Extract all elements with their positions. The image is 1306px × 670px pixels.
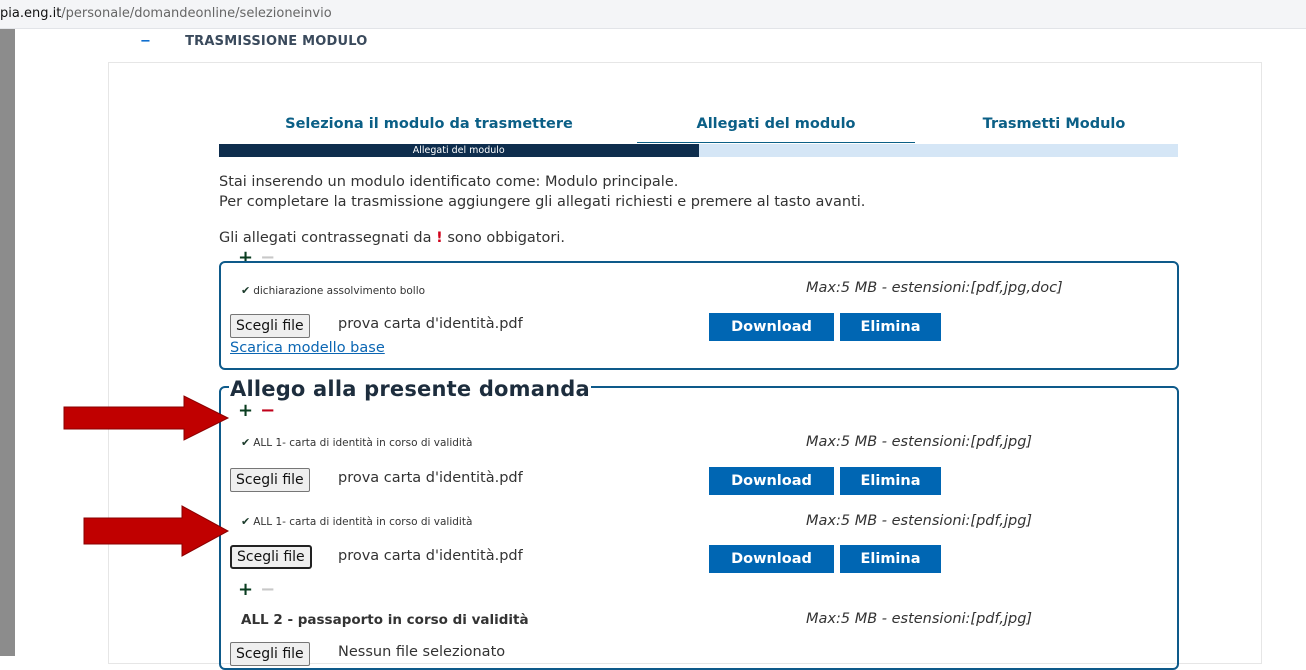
intro-line-1: Stai inserendo un modulo identificato co…: [219, 174, 679, 190]
check-icon: ✔: [241, 284, 251, 297]
remove-icon-disabled: −: [260, 579, 276, 600]
check-icon: ✔: [241, 515, 251, 528]
mandatory-mark-icon: !: [436, 230, 443, 246]
file-name: prova carta d'identità.pdf: [338, 316, 523, 332]
delete-button[interactable]: Elimina: [840, 313, 941, 341]
choose-file-button[interactable]: Scegli file: [230, 314, 310, 338]
red-arrow-icon: [83, 505, 230, 557]
add-icon[interactable]: +: [238, 579, 253, 600]
all1-label-1: ✔ ALL 1- carta di identità in corso di va…: [241, 436, 473, 449]
mandatory-note: Gli allegati contrassegnati da ! sono ob…: [219, 230, 565, 246]
all1-max-info-1: Max:5 MB - estensioni:[pdf,jpg]: [806, 434, 1033, 450]
all1-add-remove: + −: [238, 402, 275, 420]
wizard-tabs: Seleziona il modulo da trasmettere Alleg…: [219, 108, 1179, 144]
bollo-label: ✔ dichiarazione assolvimento bollo: [241, 284, 426, 297]
file-name: prova carta d'identità.pdf: [338, 470, 523, 486]
download-button[interactable]: Download: [709, 545, 834, 573]
all2-label: ALL 2 - passaporto in corso di validità: [241, 612, 529, 628]
url-host: pia.eng.it: [0, 6, 62, 21]
download-button[interactable]: Download: [709, 467, 834, 495]
attachments-title: Allego alla presente domanda: [229, 377, 591, 401]
tab-transmit[interactable]: Trasmetti Modulo: [949, 108, 1159, 140]
choose-file-button-focused[interactable]: Scegli file: [230, 545, 312, 569]
progress-fill: Allegati del modulo: [219, 144, 699, 157]
choose-file-button[interactable]: Scegli file: [230, 642, 310, 666]
delete-button[interactable]: Elimina: [840, 467, 941, 495]
bollo-max-info: Max:5 MB - estensioni:[pdf,jpg,doc]: [806, 280, 1063, 296]
note-before: Gli allegati contrassegnati da: [219, 230, 432, 246]
wizard-progress-bar: Allegati del modulo: [219, 144, 1178, 157]
note-after: sono obbigatori.: [447, 230, 565, 246]
check-icon: ✔: [241, 436, 251, 449]
intro-line-2: Per completare la trasmissione aggiunger…: [219, 194, 866, 210]
left-gray-bar: [0, 29, 15, 656]
all2-add-remove: + −: [238, 581, 275, 599]
section-header[interactable]: − TRASMISSIONE MODULO: [140, 34, 368, 54]
tab-attachments[interactable]: Allegati del modulo: [637, 108, 915, 143]
remove-icon[interactable]: −: [260, 400, 275, 421]
choose-file-button[interactable]: Scegli file: [230, 468, 310, 492]
file-name-empty: Nessun file selezionato: [338, 644, 506, 660]
all1-max-info-2: Max:5 MB - estensioni:[pdf,jpg]: [806, 513, 1033, 529]
download-button[interactable]: Download: [709, 313, 834, 341]
delete-button[interactable]: Elimina: [840, 545, 941, 573]
collapse-toggle-icon[interactable]: −: [140, 34, 151, 49]
add-icon[interactable]: +: [238, 400, 253, 421]
file-name: prova carta d'identità.pdf: [338, 548, 523, 564]
url-path: /personale/domandeonline/selezioneinvio: [61, 6, 332, 21]
tab-select-module[interactable]: Seleziona il modulo da trasmettere: [269, 108, 589, 140]
red-arrow-icon: [63, 395, 230, 441]
download-template-link[interactable]: Scarica modello base: [230, 340, 385, 356]
all2-max-info: Max:5 MB - estensioni:[pdf,jpg]: [806, 611, 1033, 627]
address-bar[interactable]: pia.eng.it/personale/domandeonline/selez…: [0, 0, 1306, 29]
section-title: TRASMISSIONE MODULO: [185, 34, 368, 49]
all1-label-2: ✔ ALL 1- carta di identità in corso di va…: [241, 515, 473, 528]
